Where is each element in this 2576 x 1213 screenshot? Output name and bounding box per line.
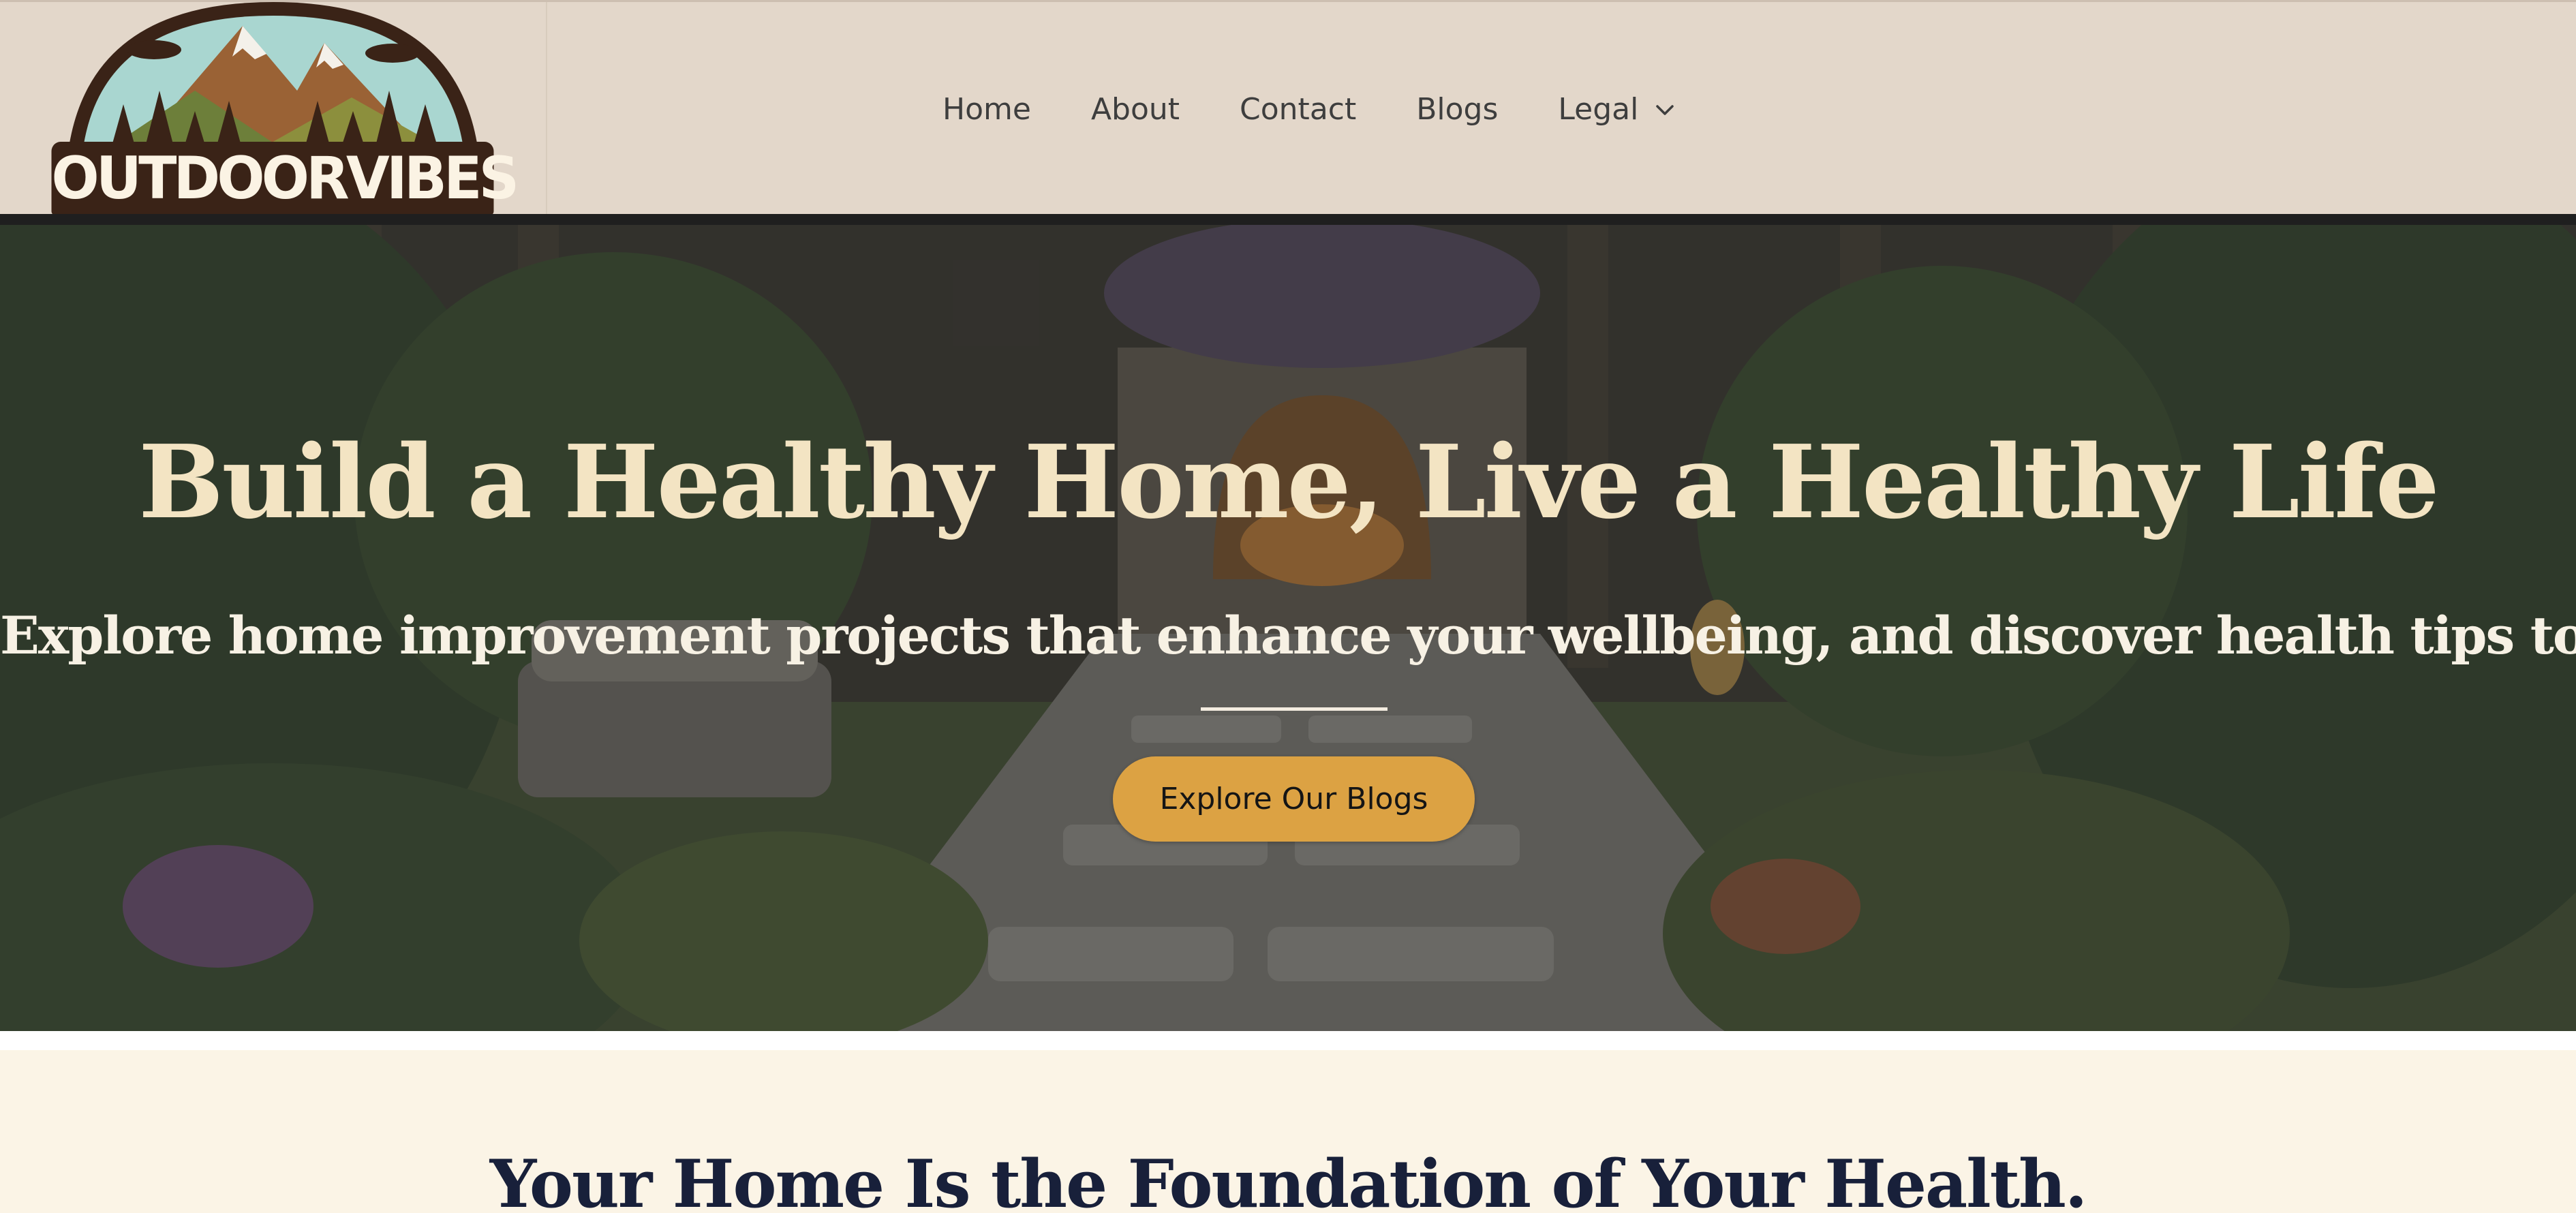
hero-subtitle: Explore home improvement projects that e…	[0, 605, 2576, 666]
nav-item-label: Contact	[1240, 91, 1357, 127]
section-separator	[0, 1031, 2576, 1050]
nav-item-legal[interactable]: Legal	[1558, 92, 1676, 127]
nav-item-label: About	[1090, 91, 1180, 127]
nav-item-contact[interactable]: Contact	[1240, 92, 1356, 127]
logo-container[interactable]: OUTDOORVIBES HUB	[0, 2, 547, 286]
nav-item-label: Home	[942, 91, 1031, 127]
site-header: OUTDOORVIBES HUB Home About Contact Blog…	[0, 0, 2576, 286]
hero-divider	[1201, 707, 1387, 711]
main-nav: Home About Contact Blogs Legal	[942, 2, 1676, 216]
header-divider	[0, 214, 2576, 225]
nav-item-home[interactable]: Home	[942, 92, 1031, 127]
chevron-down-icon	[1656, 105, 1674, 115]
section-title: Your Home Is the Foundation of Your Heal…	[489, 1146, 2088, 1213]
hero-section: Build a Healthy Home, Live a Healthy Lif…	[0, 225, 2576, 1031]
nav-item-label: Blogs	[1416, 91, 1499, 127]
intro-section: Your Home Is the Foundation of Your Heal…	[0, 1050, 2576, 1213]
logo-wordmark: OUTDOORVIBES HUB	[51, 142, 519, 286]
hero-title: Build a Healthy Home, Live a Healthy Lif…	[138, 423, 2440, 541]
nav-item-label: Legal	[1558, 91, 1639, 127]
nav-item-blogs[interactable]: Blogs	[1416, 92, 1498, 127]
nav-item-about[interactable]: About	[1091, 92, 1180, 127]
explore-blogs-button[interactable]: Explore Our Blogs	[1113, 756, 1475, 842]
